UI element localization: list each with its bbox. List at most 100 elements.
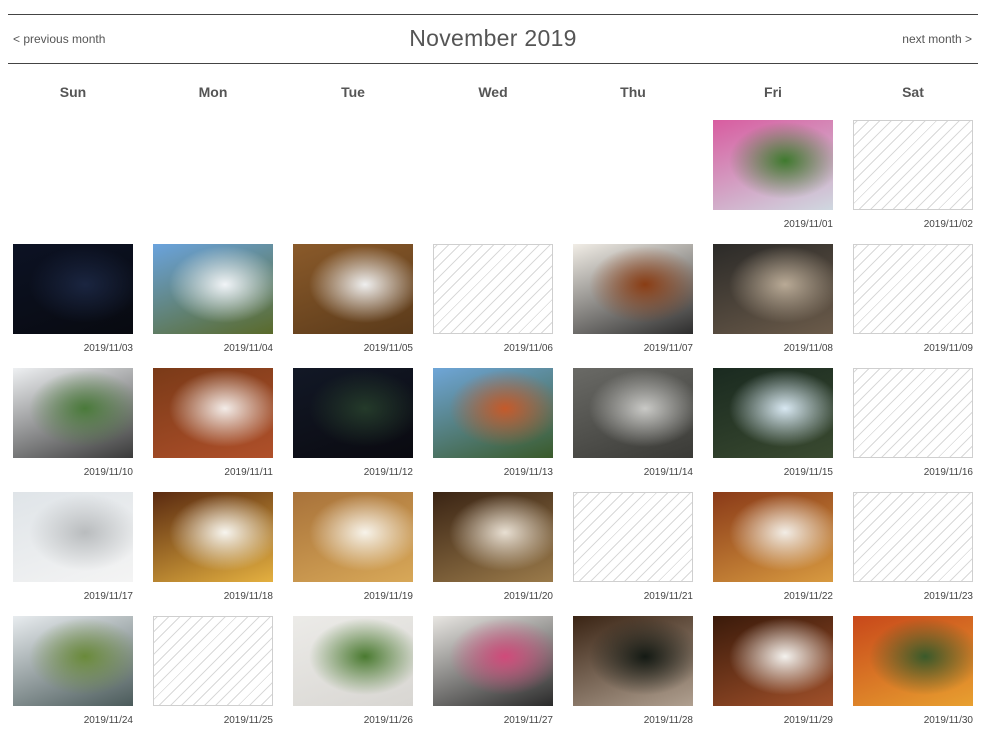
day-date-label: 2019/11/26 — [363, 715, 413, 726]
day-date-label: 2019/11/06 — [503, 343, 553, 354]
month-title: November 2019 — [409, 25, 577, 51]
day-photo-thumbnail[interactable] — [13, 244, 133, 334]
day-cell: 2019/11/11 — [153, 368, 273, 478]
day-photo-thumbnail[interactable] — [573, 616, 693, 706]
day-cell: 2019/11/09 — [853, 244, 973, 354]
day-cell: 2019/11/23 — [853, 492, 973, 602]
day-date-label: 2019/11/23 — [923, 591, 973, 602]
day-date-label: 2019/11/24 — [83, 715, 133, 726]
day-cell: 2019/11/29 — [713, 616, 833, 726]
day-photo-thumbnail[interactable] — [713, 616, 833, 706]
day-date-label: 2019/11/25 — [223, 715, 273, 726]
day-date-label: 2019/11/14 — [643, 467, 693, 478]
day-cell: 2019/11/14 — [573, 368, 693, 478]
day-cell: 2019/11/17 — [13, 492, 133, 602]
empty-day-placeholder — [853, 492, 973, 582]
day-cell: 2019/11/12 — [293, 368, 413, 478]
day-cell: 2019/11/16 — [853, 368, 973, 478]
weekday-tue: Tue — [341, 84, 365, 100]
day-cell: 2019/11/28 — [573, 616, 693, 726]
weekday-wed: Wed — [478, 84, 508, 100]
day-photo-thumbnail[interactable] — [433, 492, 553, 582]
day-cell: 2019/11/30 — [853, 616, 973, 726]
day-photo-thumbnail[interactable] — [293, 244, 413, 334]
day-date-label: 2019/11/29 — [783, 715, 833, 726]
day-date-label: 2019/11/30 — [923, 715, 973, 726]
day-photo-thumbnail[interactable] — [713, 492, 833, 582]
weekday-sun: Sun — [59, 84, 87, 100]
day-cell: 2019/11/22 — [713, 492, 833, 602]
weekday-thu: Thu — [620, 84, 646, 100]
day-cell: 2019/11/20 — [433, 492, 553, 602]
day-date-label: 2019/11/19 — [363, 591, 413, 602]
day-photo-thumbnail[interactable] — [713, 244, 833, 334]
day-date-label: 2019/11/11 — [224, 467, 273, 478]
day-cell: 2019/11/24 — [13, 616, 133, 726]
day-photo-thumbnail[interactable] — [13, 368, 133, 458]
day-date-label: 2019/11/28 — [643, 715, 693, 726]
day-cell: 2019/11/25 — [153, 616, 273, 726]
day-cell: 2019/11/03 — [13, 244, 133, 354]
day-date-label: 2019/11/12 — [363, 467, 413, 478]
day-cell: 2019/11/02 — [853, 120, 973, 230]
empty-day-placeholder — [433, 244, 553, 334]
day-photo-thumbnail[interactable] — [13, 492, 133, 582]
day-photo-thumbnail[interactable] — [433, 368, 553, 458]
day-photo-thumbnail[interactable] — [153, 368, 273, 458]
day-photo-thumbnail[interactable] — [293, 368, 413, 458]
day-date-label: 2019/11/07 — [643, 343, 693, 354]
empty-day-placeholder — [153, 616, 273, 706]
day-date-label: 2019/11/22 — [783, 591, 833, 602]
day-date-label: 2019/11/10 — [83, 467, 133, 478]
day-photo-thumbnail[interactable] — [573, 244, 693, 334]
day-date-label: 2019/11/01 — [783, 219, 833, 230]
day-cell: 2019/11/10 — [13, 368, 133, 478]
empty-day-placeholder — [853, 120, 973, 210]
day-photo-thumbnail[interactable] — [13, 616, 133, 706]
day-date-label: 2019/11/27 — [503, 715, 553, 726]
empty-day-placeholder — [853, 368, 973, 458]
day-date-label: 2019/11/17 — [83, 591, 133, 602]
weekday-fri: Fri — [764, 84, 782, 100]
day-photo-thumbnail[interactable] — [153, 492, 273, 582]
day-cell: 2019/11/01 — [713, 120, 833, 230]
day-date-label: 2019/11/03 — [83, 343, 133, 354]
day-cell: 2019/11/18 — [153, 492, 273, 602]
weekday-header-row: Sun Mon Tue Wed Thu Fri Sat — [3, 84, 983, 102]
day-date-label: 2019/11/08 — [783, 343, 833, 354]
day-photo-thumbnail[interactable] — [853, 616, 973, 706]
day-date-label: 2019/11/04 — [223, 343, 273, 354]
day-photo-thumbnail[interactable] — [293, 616, 413, 706]
day-date-label: 2019/11/21 — [643, 591, 693, 602]
day-date-label: 2019/11/05 — [363, 343, 413, 354]
day-cell: 2019/11/04 — [153, 244, 273, 354]
calendar-header: < previous month November 2019 next mont… — [8, 14, 978, 64]
day-date-label: 2019/11/02 — [923, 219, 973, 230]
day-cell: 2019/11/06 — [433, 244, 553, 354]
day-cell: 2019/11/15 — [713, 368, 833, 478]
day-date-label: 2019/11/09 — [923, 343, 973, 354]
day-photo-thumbnail[interactable] — [713, 120, 833, 210]
day-photo-thumbnail[interactable] — [433, 616, 553, 706]
next-month-link[interactable]: next month > — [902, 32, 972, 46]
day-cell: 2019/11/21 — [573, 492, 693, 602]
empty-day-placeholder — [853, 244, 973, 334]
weekday-mon: Mon — [198, 84, 228, 100]
day-cell: 2019/11/13 — [433, 368, 553, 478]
day-date-label: 2019/11/18 — [223, 591, 273, 602]
day-photo-thumbnail[interactable] — [293, 492, 413, 582]
day-date-label: 2019/11/20 — [503, 591, 553, 602]
day-date-label: 2019/11/13 — [503, 467, 553, 478]
empty-day-placeholder — [573, 492, 693, 582]
day-cell: 2019/11/07 — [573, 244, 693, 354]
weekday-sat: Sat — [902, 84, 924, 100]
day-photo-thumbnail[interactable] — [153, 244, 273, 334]
day-cell: 2019/11/27 — [433, 616, 553, 726]
day-date-label: 2019/11/15 — [783, 467, 833, 478]
day-photo-thumbnail[interactable] — [713, 368, 833, 458]
day-cell: 2019/11/19 — [293, 492, 413, 602]
day-date-label: 2019/11/16 — [923, 467, 973, 478]
day-cell: 2019/11/08 — [713, 244, 833, 354]
day-photo-thumbnail[interactable] — [573, 368, 693, 458]
day-cell: 2019/11/05 — [293, 244, 413, 354]
